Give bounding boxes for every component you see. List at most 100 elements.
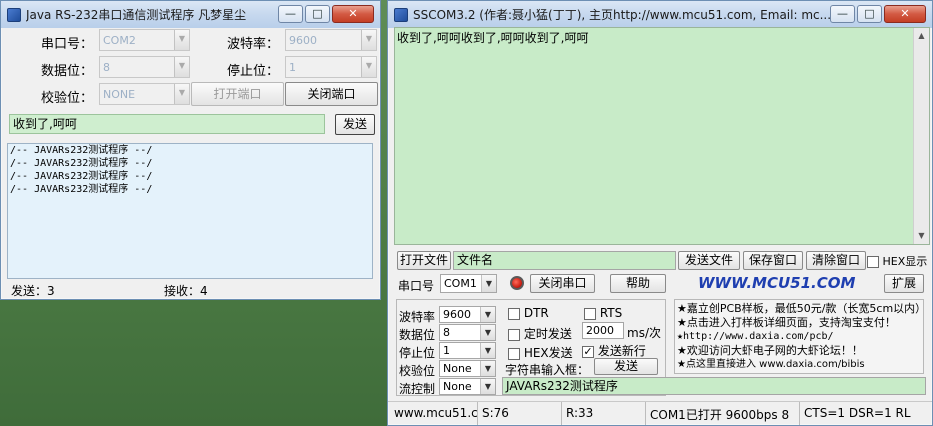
close-button[interactable]: ✕ xyxy=(332,5,374,23)
chevron-down-icon: ▼ xyxy=(480,343,495,358)
status-site[interactable]: www.mcu51.cor xyxy=(388,402,478,425)
checkbox-icon xyxy=(508,307,520,320)
log-area[interactable]: /-- JAVARs232测试程序 --/ /-- JAVARs232测试程序 … xyxy=(7,143,373,279)
file-name-input[interactable]: 文件名 xyxy=(453,251,676,270)
status-received: R:33 xyxy=(562,402,646,425)
checkbox-checked-icon: ✓ xyxy=(582,344,594,358)
status-signals: CTS=1 DSR=1 RL xyxy=(804,406,911,420)
sscom-title-bar[interactable]: SSCOM3.2 (作者:聂小猛(丁丁), 主页http://www.mcu51… xyxy=(388,1,932,28)
expand-button[interactable]: 扩展 xyxy=(884,274,924,293)
brand-link[interactable]: WWW.MCU51.COM xyxy=(698,274,855,292)
java-send-button[interactable]: 发送 xyxy=(335,114,375,135)
sscom-flow-control-select[interactable]: None ▼ xyxy=(439,378,496,395)
chevron-down-icon: ▼ xyxy=(480,361,495,376)
java-rs232-window: Java RS-232串口通信测试程序 凡梦星尘 — □ ✕ 串口号： COM2… xyxy=(0,0,381,300)
clear-window-button[interactable]: 清除窗口 xyxy=(806,251,866,270)
chevron-down-icon: ▼ xyxy=(174,30,189,50)
maximize-button[interactable]: □ xyxy=(857,5,882,23)
open-port-button[interactable]: 打开端口 xyxy=(191,82,284,106)
port-label: 串口号： xyxy=(41,37,94,52)
receive-text: 收到了,呵呵收到了,呵呵收到了,呵呵 xyxy=(397,31,589,45)
log-line: /-- JAVARs232测试程序 --/ xyxy=(10,171,153,182)
dtr-label: DTR xyxy=(523,306,549,320)
flow-control-label: 流控制 xyxy=(399,382,436,396)
scroll-down-icon[interactable]: ▼ xyxy=(914,228,929,244)
sscom-port-select[interactable]: COM1 ▼ xyxy=(440,274,497,293)
sscom-app-icon xyxy=(394,7,408,22)
rts-checkbox[interactable]: RTS xyxy=(584,306,622,320)
hex-send-checkbox[interactable]: HEX发送 xyxy=(508,344,573,361)
close-button[interactable]: ✕ xyxy=(884,5,926,23)
chevron-down-icon: ▼ xyxy=(480,307,495,322)
log-line: /-- JAVARs232测试程序 --/ xyxy=(10,184,153,195)
baud-label: 波特率 xyxy=(399,310,436,324)
close-port-button[interactable]: 关闭端口 xyxy=(285,82,378,106)
ad-link[interactable]: ★点这里直接进入 www.daxia.com/bibis xyxy=(677,358,921,372)
send-newline-label: 发送新行 xyxy=(597,344,646,358)
receive-area[interactable]: 收到了,呵呵收到了,呵呵收到了,呵呵 ▲ ▼ xyxy=(394,27,930,245)
scroll-up-icon[interactable]: ▲ xyxy=(914,28,929,44)
chevron-down-icon: ▼ xyxy=(480,325,495,340)
baud-select[interactable]: 9600 ▼ xyxy=(285,29,377,51)
sscom-close-port-button[interactable]: 关闭串口 xyxy=(530,274,595,293)
stop-bits-select[interactable]: 1 ▼ xyxy=(285,56,377,78)
data-bits-label: 数据位 xyxy=(399,328,436,342)
string-input-label: 字符串输入框： xyxy=(505,363,590,377)
sscom-data-bits-select[interactable]: 8 ▼ xyxy=(439,324,496,341)
status-sent: S:76 xyxy=(478,402,562,425)
chevron-down-icon: ▼ xyxy=(481,275,496,292)
sscom-stop-bits-select[interactable]: 1 ▼ xyxy=(439,342,496,359)
send-file-button[interactable]: 发送文件 xyxy=(678,251,740,270)
send-input[interactable]: 收到了,呵呵 xyxy=(9,114,325,134)
minimize-button[interactable]: — xyxy=(830,5,855,23)
ad-link[interactable]: ★嘉立创PCB样板，最低50元/款（长宽5cm以内） xyxy=(677,302,923,316)
save-window-button[interactable]: 保存窗口 xyxy=(743,251,803,270)
chevron-down-icon: ▼ xyxy=(480,379,495,394)
sscom-window: SSCOM3.2 (作者:聂小猛(丁丁), 主页http://www.mcu51… xyxy=(387,0,933,426)
java-title-bar[interactable]: Java RS-232串口通信测试程序 凡梦星尘 — □ ✕ xyxy=(1,1,380,28)
parity-select[interactable]: NONE ▼ xyxy=(99,83,190,105)
send-newline-checkbox[interactable]: ✓ 发送新行 xyxy=(582,342,646,359)
sent-count: 发送：3 xyxy=(11,284,55,298)
ad-link[interactable]: ★点击进入打样板详细页面，支持淘宝支付！ xyxy=(677,316,921,330)
open-file-button[interactable]: 打开文件 xyxy=(397,251,451,270)
log-line: /-- JAVARs232测试程序 --/ xyxy=(10,158,153,169)
help-button[interactable]: 帮助 xyxy=(610,274,666,293)
vertical-scrollbar[interactable]: ▲ ▼ xyxy=(913,28,929,244)
chevron-down-icon: ▼ xyxy=(174,84,189,104)
rts-label: RTS xyxy=(599,306,623,320)
hex-send-label: HEX发送 xyxy=(523,346,573,360)
port-select[interactable]: COM2 ▼ xyxy=(99,29,190,51)
sscom-window-title: SSCOM3.2 (作者:聂小猛(丁丁), 主页http://www.mcu51… xyxy=(413,8,832,22)
sscom-parity-select[interactable]: None ▼ xyxy=(439,360,496,377)
send-text-input[interactable]: JAVARs232测试程序 xyxy=(502,377,926,395)
log-line: /-- JAVARs232测试程序 --/ xyxy=(10,145,153,156)
parity-label: 校验位 xyxy=(399,364,436,378)
hex-display-checkbox[interactable]: HEX显示 xyxy=(867,253,927,269)
interval-input[interactable]: 2000 xyxy=(582,322,624,339)
dtr-checkbox[interactable]: DTR xyxy=(508,306,549,320)
timed-send-label: 定时发送 xyxy=(523,327,572,341)
ad-link[interactable]: ★http://www.daxia.com/pcb/ xyxy=(677,330,921,344)
java-window-title: Java RS-232串口通信测试程序 凡梦星尘 xyxy=(26,8,247,22)
timed-send-checkbox[interactable]: 定时发送 xyxy=(508,325,572,342)
data-bits-select[interactable]: 8 ▼ xyxy=(99,56,190,78)
port-status-led-icon xyxy=(510,276,524,290)
chevron-down-icon: ▼ xyxy=(361,30,376,50)
ad-link[interactable]: ★欢迎访问大虾电子网的大虾论坛！！ xyxy=(677,344,921,358)
interval-unit: ms/次 xyxy=(627,326,661,340)
maximize-button[interactable]: □ xyxy=(305,5,330,23)
sscom-send-button[interactable]: 发送 xyxy=(594,358,658,375)
hex-display-label: HEX显示 xyxy=(882,255,928,268)
baud-label: 波特率： xyxy=(227,37,280,52)
java-app-icon xyxy=(7,7,21,22)
checkbox-icon xyxy=(584,307,596,320)
minimize-button[interactable]: — xyxy=(278,5,303,23)
received-count: 接收：4 xyxy=(164,284,208,298)
chevron-down-icon: ▼ xyxy=(174,57,189,77)
parity-label: 校验位： xyxy=(41,91,94,106)
ad-panel: ★嘉立创PCB样板，最低50元/款（长宽5cm以内） ★点击进入打样板详细页面，… xyxy=(674,299,924,374)
sscom-baud-select[interactable]: 9600 ▼ xyxy=(439,306,496,323)
checkbox-icon xyxy=(867,256,879,268)
sscom-port-label: 串口号 xyxy=(398,279,435,293)
